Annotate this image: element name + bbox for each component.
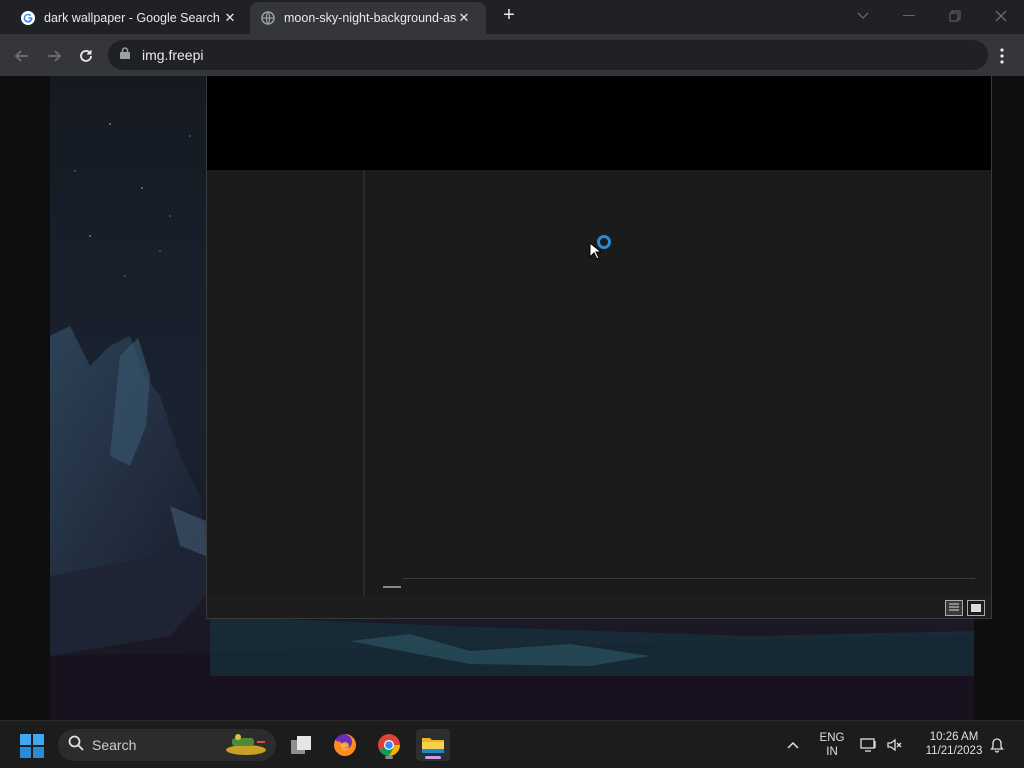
- firefox-icon[interactable]: [328, 729, 362, 761]
- lock-icon[interactable]: [120, 46, 130, 64]
- progress-track: [403, 578, 975, 579]
- status-bar: [207, 596, 991, 618]
- volume-muted-icon[interactable]: [882, 729, 908, 761]
- progress-indicator: [383, 586, 401, 588]
- mouse-cursor-icon: [589, 241, 603, 265]
- dialog-titlebar[interactable]: [207, 76, 991, 170]
- task-view-icon[interactable]: [284, 729, 318, 761]
- browser-toolbar: img.freepi: [0, 34, 1024, 76]
- show-hidden-icons-chevron-icon[interactable]: [778, 729, 808, 761]
- new-tab-button[interactable]: +: [498, 5, 520, 27]
- loading-dialog-window[interactable]: [206, 76, 992, 619]
- google-icon: [20, 10, 36, 26]
- tab-title: moon-sky-night-background-as: [284, 11, 456, 25]
- tab-close-icon[interactable]: ✕: [456, 10, 472, 26]
- url-text: img.freepi: [142, 47, 204, 63]
- tab-google-search[interactable]: dark wallpaper - Google Search ✕: [10, 2, 246, 34]
- address-bar[interactable]: img.freepi: [108, 40, 988, 70]
- back-arrow-icon[interactable]: [8, 42, 36, 70]
- forward-arrow-icon[interactable]: [40, 42, 68, 70]
- chrome-minimize-icon[interactable]: [886, 0, 932, 32]
- tab-close-icon[interactable]: ✕: [222, 10, 238, 26]
- windows-start-icon[interactable]: [20, 734, 44, 758]
- tab-title: dark wallpaper - Google Search: [44, 11, 220, 25]
- content-pane[interactable]: [367, 170, 991, 596]
- windows-taskbar: Search ENG IN 10:26 AM 11/21/2023: [0, 720, 1024, 768]
- language-indicator[interactable]: ENG IN: [814, 731, 850, 759]
- region-code: IN: [826, 746, 838, 758]
- tab-moon-sky[interactable]: moon-sky-night-background-as ✕: [250, 2, 486, 34]
- browser-tab-strip: dark wallpaper - Google Search ✕ moon-sk…: [0, 0, 1024, 34]
- globe-icon: [260, 10, 276, 26]
- reload-icon[interactable]: [72, 42, 100, 70]
- search-highlight-icon: [224, 730, 268, 761]
- large-icons-view-icon[interactable]: [967, 600, 985, 616]
- language-code: ENG: [819, 732, 845, 744]
- tab-search-icon[interactable]: [840, 0, 886, 32]
- taskbar-search-box[interactable]: Search: [58, 729, 276, 761]
- chrome-icon[interactable]: [372, 729, 406, 761]
- details-view-icon[interactable]: [945, 600, 963, 616]
- search-placeholder: Search: [92, 737, 137, 753]
- network-icon[interactable]: [856, 729, 882, 761]
- chrome-close-icon[interactable]: [978, 0, 1024, 32]
- file-explorer-icon[interactable]: [416, 729, 450, 761]
- more-menu-icon[interactable]: [990, 44, 1014, 68]
- notification-bell-icon[interactable]: [984, 729, 1010, 761]
- running-indicator: [425, 756, 441, 759]
- chrome-restore-icon[interactable]: [932, 0, 978, 32]
- running-indicator: [385, 756, 393, 759]
- page-content: [0, 76, 1024, 720]
- search-icon: [68, 735, 84, 756]
- navigation-pane[interactable]: [207, 170, 365, 596]
